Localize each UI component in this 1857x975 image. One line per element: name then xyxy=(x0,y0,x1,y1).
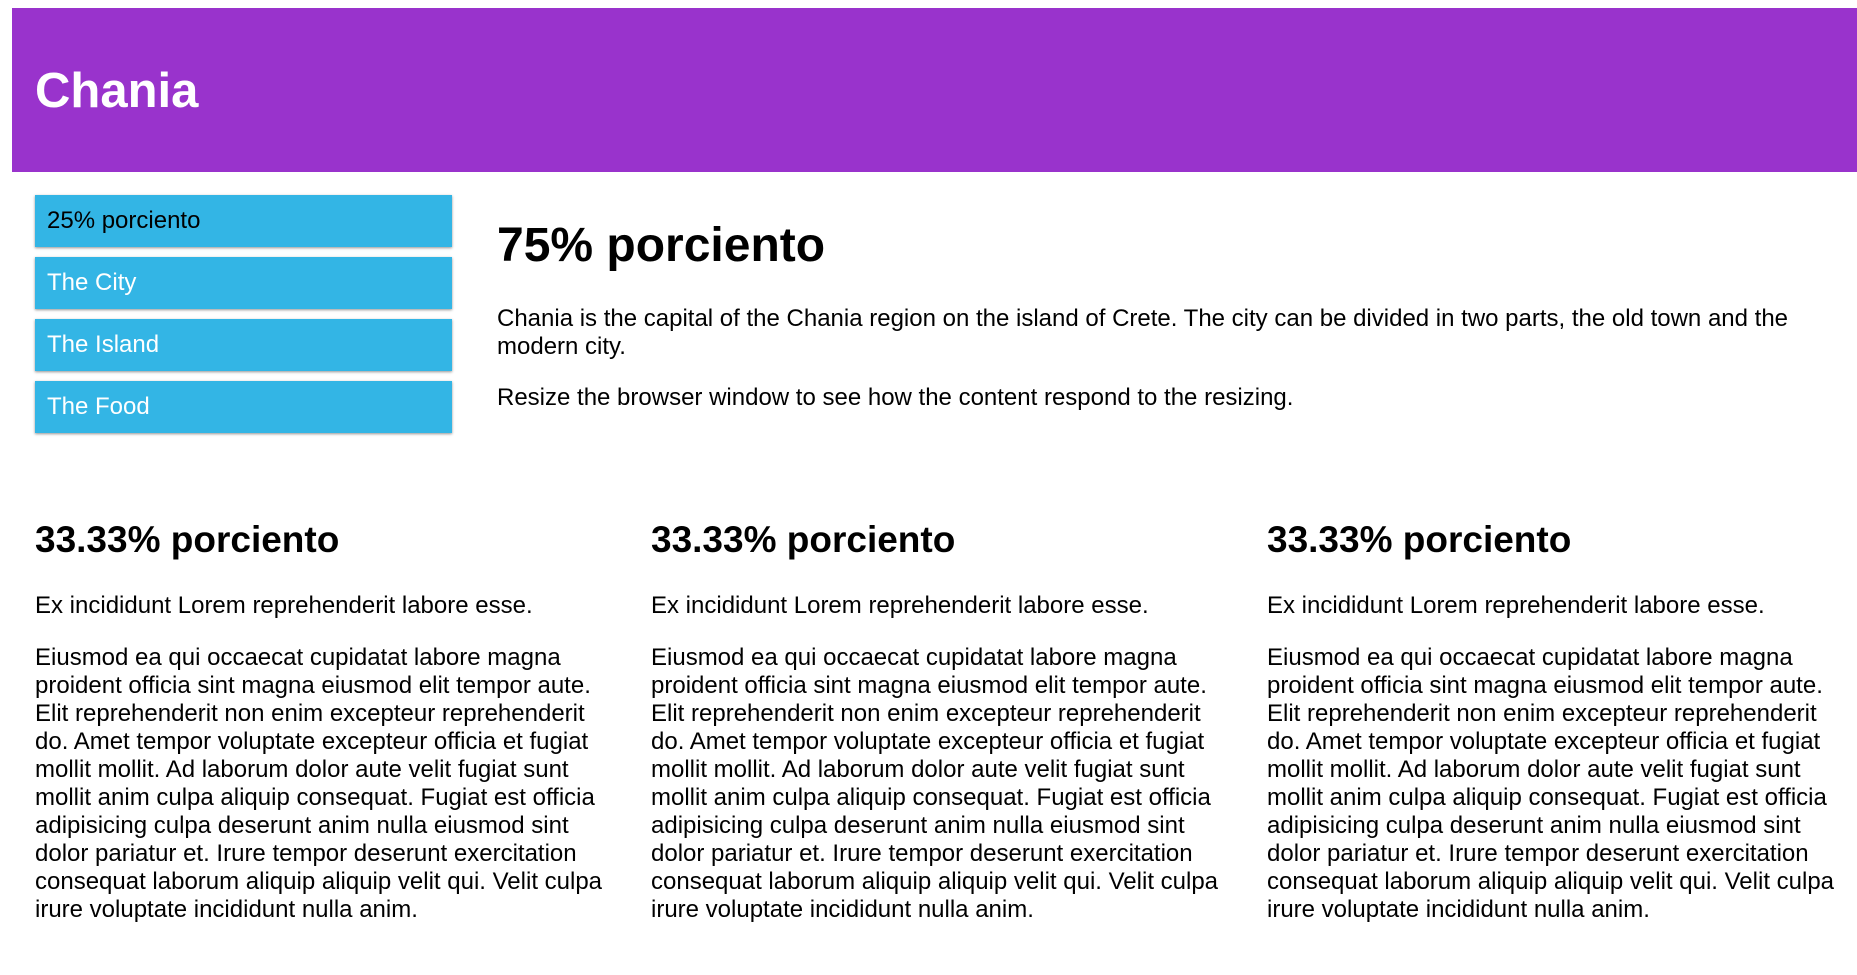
side-menu: 25% porciento The City The Island The Fo… xyxy=(35,195,452,443)
column-body-text: Eiusmod ea qui occaecat cupidatat labore… xyxy=(1267,643,1835,923)
main-content: 75% porciento Chania is the capital of t… xyxy=(497,219,1837,412)
column-heading: 33.33% porciento xyxy=(651,519,956,560)
page-header: Chania xyxy=(12,8,1857,172)
column-2: 33.33% porciento Ex incididunt Lorem rep… xyxy=(651,519,1231,924)
column-lead-text: Ex incididunt Lorem reprehenderit labore… xyxy=(1267,591,1765,619)
main-paragraph-resize: Resize the browser window to see how the… xyxy=(497,383,1294,411)
main-heading: 75% porciento xyxy=(497,219,826,272)
menu-item-25-porciento[interactable]: 25% porciento xyxy=(35,195,452,247)
column-lead-text: Ex incididunt Lorem reprehenderit labore… xyxy=(35,591,533,619)
column-3: 33.33% porciento Ex incididunt Lorem rep… xyxy=(1267,519,1847,924)
menu-item-the-city[interactable]: The City xyxy=(35,257,452,309)
column-body-text: Eiusmod ea qui occaecat cupidatat labore… xyxy=(35,643,603,923)
menu-item-the-island[interactable]: The Island xyxy=(35,319,452,371)
column-heading: 33.33% porciento xyxy=(1267,519,1572,560)
column-1: 33.33% porciento Ex incididunt Lorem rep… xyxy=(35,519,615,924)
column-heading: 33.33% porciento xyxy=(35,519,340,560)
main-paragraph-intro: Chania is the capital of the Chania regi… xyxy=(497,304,1789,360)
column-body-text: Eiusmod ea qui occaecat cupidatat labore… xyxy=(651,643,1219,923)
page-title: Chania xyxy=(35,64,199,118)
menu-item-the-food[interactable]: The Food xyxy=(35,381,452,433)
column-lead-text: Ex incididunt Lorem reprehenderit labore… xyxy=(651,591,1149,619)
